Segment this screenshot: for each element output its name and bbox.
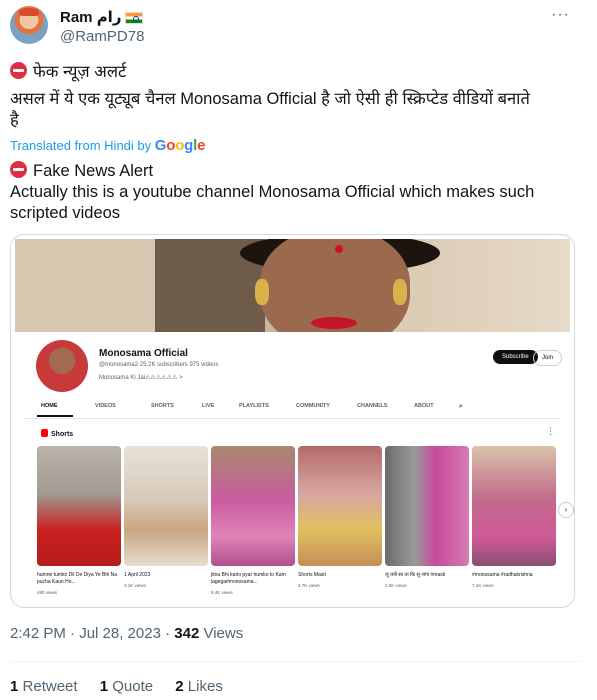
tweet-media-image[interactable]: Monosama Official @monosama2 25.2K subsc… [10,234,575,608]
author-handle[interactable]: @RamPD78 [60,28,144,45]
tab-channels: CHANNELS [357,403,388,409]
tweet-hindi-line2: असल में ये एक यूट्यूब चैनल Monosama Offi… [10,90,530,108]
short-title-6: #monosama #radhakrishna [472,572,533,578]
no-entry-icon [10,62,27,79]
tweet-en-line3: scripted videos [10,204,121,222]
short-thumbnail-4 [298,446,382,566]
tweet-hindi-line3: है [10,111,19,129]
more-options-icon[interactable]: ··· [551,6,570,24]
channel-link: Monosama Ki Jai⚠⚠⚠⚠⚠⚠ > [99,375,183,381]
short-thumbnail-1 [37,446,121,566]
next-arrow-icon: › [558,502,574,518]
short-views-6: 7.1K views [472,583,494,588]
search-icon: ⌕ [459,403,463,410]
short-title-3: jitna Bhi karlo pyar humko to Kam lagega… [211,572,286,585]
tweet-en-line2: Actually this is a youtube channel Monos… [10,183,535,201]
tab-about: ABOUT [414,403,434,409]
author-avatar[interactable] [10,6,48,44]
no-entry-icon [10,161,27,178]
short-title-2: 1 April 2023 [124,572,151,578]
short-title-4: Shorts Masti [298,572,326,578]
tweet-hindi-line1: फेक न्यूज़ अलर्ट [10,62,580,83]
channel-tabs: HOME VIDEOS SHORTS LIVE PLAYLISTS COMMUN… [39,403,539,419]
translated-from-hindi[interactable]: Translated from Hindi by Google [10,137,205,154]
tab-live: LIVE [202,403,215,409]
short-title-5: जू तनी सा ता कि सू जगा #masti [385,572,446,578]
kebab-menu-icon: ⋮ [546,426,555,436]
short-thumbnail-5 [385,446,469,566]
short-thumbnail-3 [211,446,295,566]
tab-community: COMMUNITY [296,403,330,409]
shorts-icon [41,429,48,437]
author-name[interactable]: Ram رام [60,8,144,26]
shorts-heading: Shorts [41,429,73,438]
engagement-stats: 1 Retweet 1 Quote 2 Likes [10,678,241,695]
short-thumbnail-2 [124,446,208,566]
short-views-3: 8.4K views [211,590,233,595]
views-count: 342 [174,625,200,642]
india-flag-icon [125,12,144,25]
short-views-4: 3.7K views [298,583,320,588]
tab-home: HOME [41,403,58,409]
tweet-header: Ram رام @RamPD78 ··· [10,4,590,48]
short-title-1: humne tumko Dil De Diya Ye Bhi Na pucha … [37,572,118,585]
retweets-stat[interactable]: 1 Retweet [10,678,78,695]
join-button: Join [533,350,563,366]
google-logo: Google [154,137,206,154]
short-views-1: 480 views [37,590,58,595]
tweet-en-line1: Fake News Alert [10,161,580,182]
channel-meta: @monosama2 25.2K subscribers 975 videos [99,362,219,368]
selfie-photo [15,239,570,332]
youtube-channel-screenshot: Monosama Official @monosama2 25.2K subsc… [15,332,574,600]
views-label: Views [203,625,244,642]
tab-shorts: SHORTS [151,403,174,409]
subscribe-button: Subscribe [493,350,538,364]
tweet-timestamp[interactable]: 2:42 PM · Jul 28, 2023 · 342 Views [10,625,243,642]
quotes-stat[interactable]: 1 Quote [100,678,153,695]
tab-videos: VIDEOS [95,403,116,409]
likes-stat[interactable]: 2 Likes [175,678,223,695]
short-views-2: 3.1K views [124,583,146,588]
divider [10,661,580,662]
short-thumbnail-6 [472,446,556,566]
channel-name: Monosama Official [99,348,188,359]
channel-avatar [36,340,88,392]
short-views-5: 2.6K views [385,583,407,588]
tab-playlists: PLAYLISTS [239,403,269,409]
